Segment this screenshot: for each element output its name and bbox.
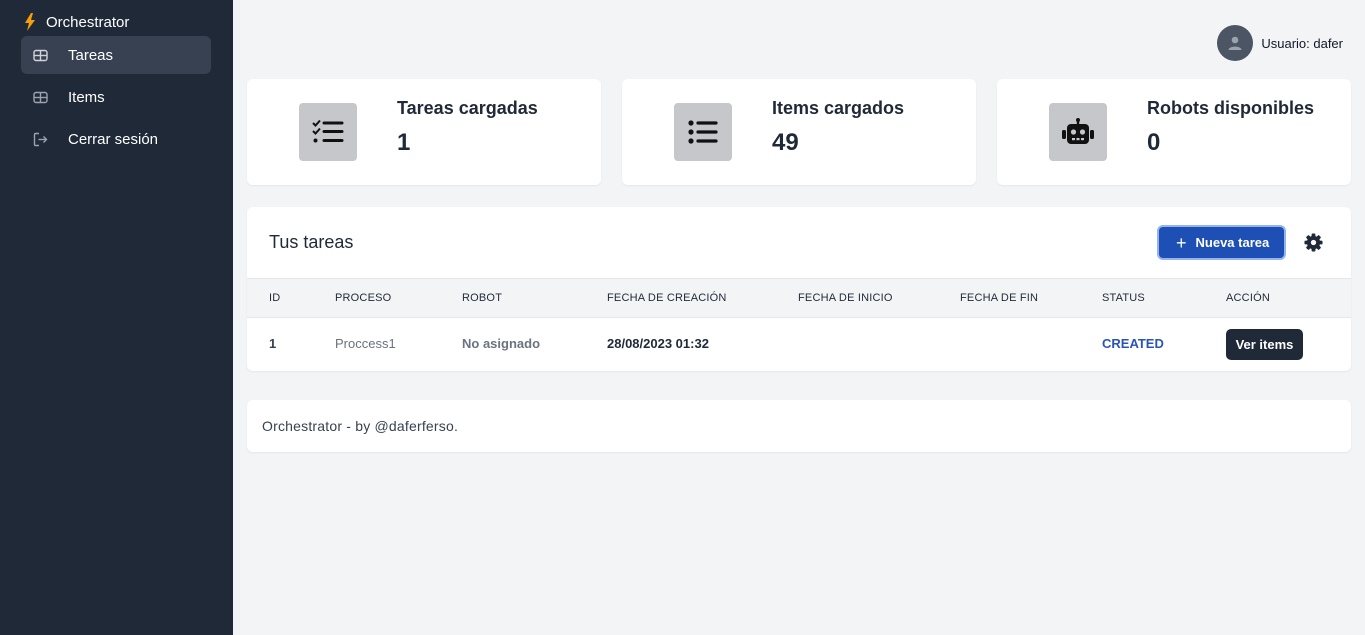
- column-header-fecha-creacion: FECHA DE CREACIÓN: [607, 292, 727, 304]
- status-badge: CREATED: [1102, 336, 1164, 351]
- cell-robot: No asignado: [462, 336, 541, 351]
- column-header-proceso: PROCESO: [335, 292, 392, 304]
- checklist-icon: [312, 119, 344, 143]
- stat-title: Tareas cargadas: [397, 98, 538, 118]
- stat-value: 0: [1147, 129, 1161, 156]
- bolt-icon: [25, 13, 35, 31]
- column-header-robot: ROBOT: [462, 292, 503, 304]
- column-header-status: STATUS: [1102, 292, 1145, 304]
- sidebar-item-cerrar-sesion[interactable]: Cerrar sesión: [21, 120, 211, 158]
- tasks-panel: Tus tareas + Nueva tarea ID PROCESO ROBO…: [247, 207, 1351, 371]
- robot-icon: [1062, 118, 1094, 144]
- column-header-accion: ACCIÓN: [1226, 292, 1270, 304]
- table-row: 1 Proccess1 No asignado 28/08/2023 01:32…: [247, 318, 1351, 370]
- stat-icon-box: [299, 103, 357, 161]
- footer-text: Orchestrator - by @daferferso.: [262, 418, 459, 434]
- stat-title: Items cargados: [772, 98, 905, 118]
- sidebar: Orchestrator Tareas Items Cerrar sesión: [0, 0, 233, 635]
- cell-process: Proccess1: [335, 336, 396, 351]
- stat-icon-box: [1049, 103, 1107, 161]
- table-icon: [33, 91, 48, 104]
- new-task-label: Nueva tarea: [1195, 235, 1270, 250]
- table-header: ID PROCESO ROBOT FECHA DE CREACIÓN FECHA…: [247, 278, 1351, 318]
- gear-icon[interactable]: [1304, 233, 1323, 252]
- table-icon: [33, 49, 48, 62]
- user-label: Usuario: dafer: [1261, 35, 1343, 51]
- column-header-fecha-fin: FECHA DE FIN: [960, 292, 1039, 304]
- avatar[interactable]: [1217, 25, 1254, 61]
- view-items-button[interactable]: Ver items: [1226, 329, 1303, 360]
- stat-value: 1: [397, 129, 411, 156]
- cell-id: 1: [269, 336, 277, 351]
- sidebar-item-items[interactable]: Items: [21, 78, 211, 116]
- logout-icon: [33, 132, 48, 147]
- column-header-id: ID: [269, 292, 281, 304]
- sidebar-item-label: Items: [68, 88, 105, 106]
- stat-value: 49: [772, 129, 799, 156]
- user-icon: [1228, 36, 1242, 50]
- sidebar-item-label: Tareas: [68, 46, 114, 64]
- panel-title: Tus tareas: [269, 232, 354, 252]
- column-header-fecha-inicio: FECHA DE INICIO: [798, 292, 893, 304]
- sidebar-item-tareas[interactable]: Tareas: [21, 36, 211, 74]
- user-menu[interactable]: Usuario: dafer: [1217, 25, 1343, 61]
- cell-created: 28/08/2023 01:32: [607, 336, 709, 351]
- stat-card-tareas: Tareas cargadas 1: [247, 79, 601, 185]
- stat-icon-box: [674, 103, 732, 161]
- app-title: Orchestrator: [46, 13, 130, 31]
- stat-card-items: Items cargados 49: [622, 79, 976, 185]
- app-brand[interactable]: Orchestrator: [24, 12, 129, 32]
- footer: Orchestrator - by @daferferso.: [247, 400, 1351, 452]
- list-icon: [688, 120, 718, 144]
- sidebar-item-label: Cerrar sesión: [68, 130, 159, 148]
- stat-card-robots: Robots disponibles 0: [997, 79, 1351, 185]
- new-task-button[interactable]: + Nueva tarea: [1157, 225, 1286, 260]
- plus-icon: +: [1176, 232, 1187, 253]
- stat-title: Robots disponibles: [1147, 98, 1315, 118]
